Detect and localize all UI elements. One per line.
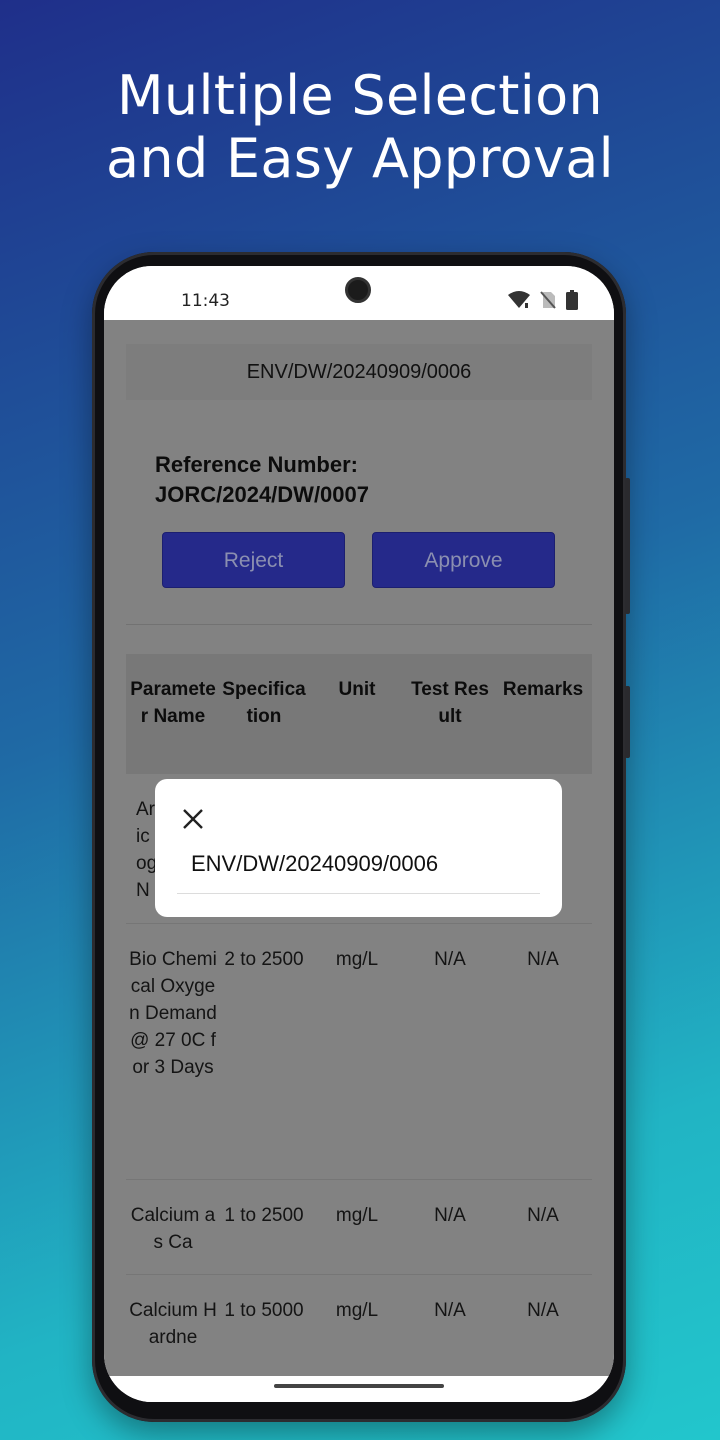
- status-time: 11:43: [181, 291, 230, 311]
- dialog-sample-option[interactable]: ENV/DW/20240909/0006: [191, 851, 438, 877]
- cell-specification: 1 to 5000: [224, 1300, 304, 1321]
- home-gesture-handle[interactable]: [274, 1384, 444, 1388]
- header-unit: Unit: [338, 679, 376, 700]
- cell-parameter-name: Bio Chemical Oxygen Demand @ 27 0C for 3…: [129, 949, 217, 1078]
- cell-specification: 2 to 2500: [224, 949, 304, 970]
- parameters-table: Parameter Name Specification Unit Test R…: [126, 654, 592, 1376]
- promo-headline-line2: and Easy Approval: [106, 127, 614, 190]
- phone-side-button-volume: [625, 478, 630, 614]
- cell-remarks: N/A: [527, 1205, 559, 1226]
- no-sim-icon: [540, 291, 556, 309]
- cell-unit: mg/L: [335, 1300, 379, 1321]
- cell-remarks: N/A: [527, 1300, 559, 1321]
- cell-test-result: N/A: [434, 1300, 466, 1321]
- header-parameter-name: Parameter Name: [130, 679, 216, 727]
- cell-parameter-name: Calcium as Ca: [130, 1205, 216, 1253]
- header-remarks: Remarks: [502, 679, 584, 700]
- table-row[interactable]: Calcium as Ca 1 to 2500 mg/L N/A N/A: [126, 1180, 592, 1275]
- cell-parameter-name: Calcium Hardne: [129, 1300, 217, 1348]
- section-divider: [126, 624, 592, 625]
- sample-dialog: ENV/DW/20240909/0006: [155, 779, 562, 917]
- promo-headline-line1: Multiple Selection: [117, 64, 603, 127]
- sample-id-selector[interactable]: ENV/DW/20240909/0006: [126, 344, 592, 400]
- cell-remarks: N/A: [527, 949, 559, 970]
- cell-specification: 1 to 2500: [224, 1205, 304, 1226]
- approve-button[interactable]: Approve: [372, 532, 555, 588]
- phone-screen: 11:43 ENV/DW/20240909/0006 Reference Num…: [104, 266, 614, 1402]
- battery-icon: [566, 290, 578, 310]
- cell-test-result: N/A: [434, 1205, 466, 1226]
- table-row[interactable]: Bio Chemical Oxygen Demand @ 27 0C for 3…: [126, 924, 592, 1180]
- cell-unit: mg/L: [335, 949, 379, 970]
- status-bar: 11:43: [104, 266, 614, 320]
- status-icons: [508, 290, 578, 310]
- cell-unit: mg/L: [335, 1205, 379, 1226]
- main-content: ENV/DW/20240909/0006 Reference Number: J…: [104, 320, 614, 1376]
- header-specification: Specification: [222, 679, 306, 727]
- dialog-divider: [177, 893, 540, 894]
- header-test-result: Test Result: [411, 679, 489, 727]
- table-header: Parameter Name Specification Unit Test R…: [126, 654, 592, 774]
- navigation-bar: [104, 1376, 614, 1402]
- reject-button[interactable]: Reject: [162, 532, 345, 588]
- reference-number: Reference Number: JORC/2024/DW/0007: [155, 452, 369, 507]
- close-icon[interactable]: [181, 807, 205, 831]
- promo-headline: Multiple Selection and Easy Approval: [0, 64, 720, 190]
- phone-side-button-power: [625, 686, 630, 758]
- table-row[interactable]: Calcium Hardne 1 to 5000 mg/L N/A N/A: [126, 1275, 592, 1376]
- cell-test-result: N/A: [434, 949, 466, 970]
- front-camera: [345, 277, 371, 303]
- wifi-icon: [508, 291, 530, 308]
